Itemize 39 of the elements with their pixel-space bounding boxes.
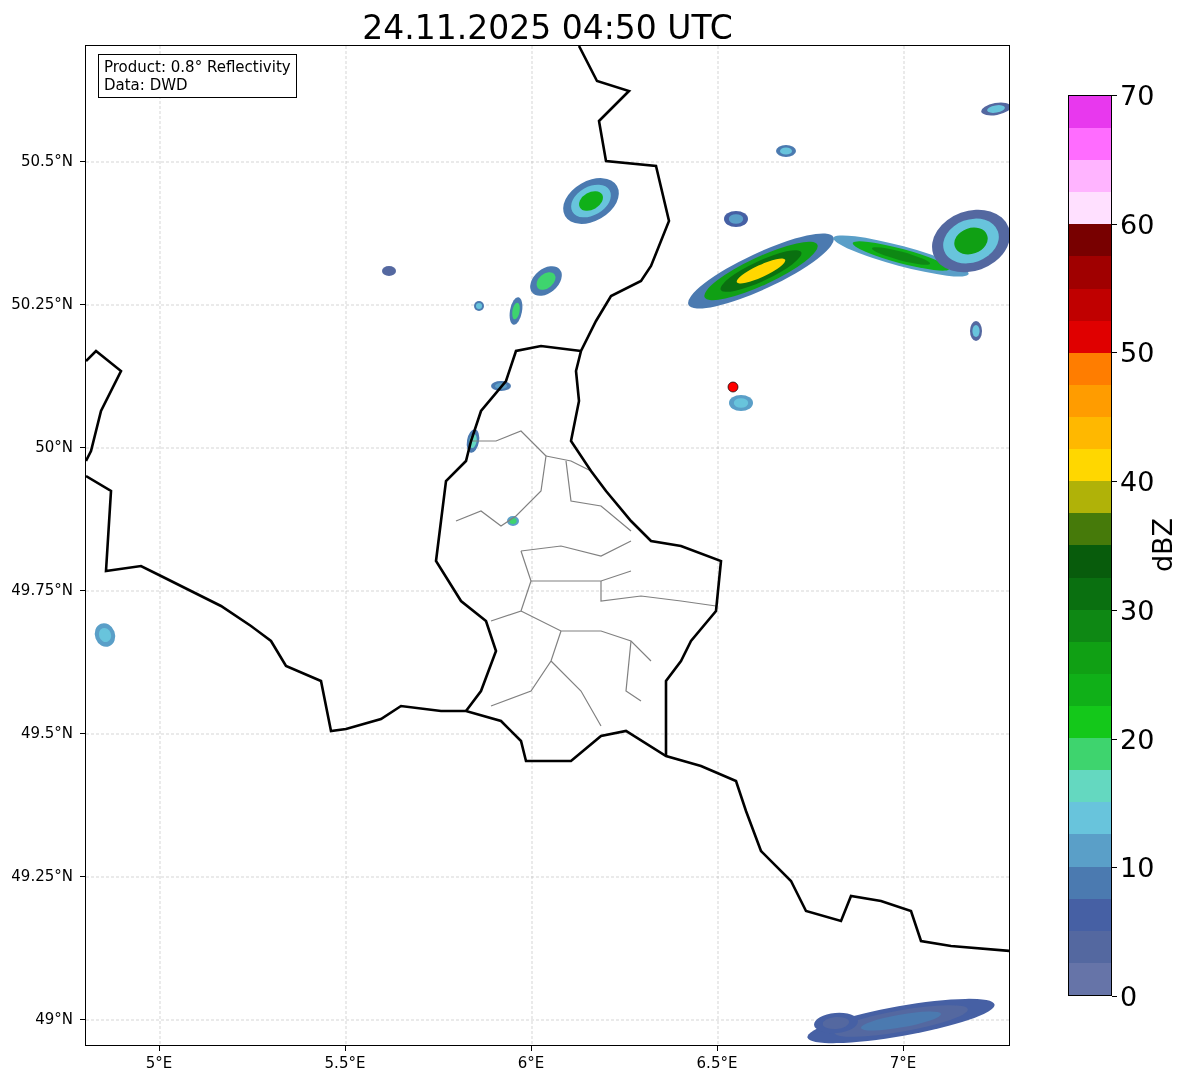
radar-echo xyxy=(491,381,511,391)
radar-echo xyxy=(530,266,562,296)
longitude-label: 5°E xyxy=(145,1054,173,1072)
radar-echo xyxy=(776,145,796,157)
radar-echo xyxy=(382,266,396,276)
radar-echo xyxy=(729,395,753,411)
radar-echo xyxy=(474,301,484,311)
latitude-label: 49°N xyxy=(35,1010,73,1028)
colorbar-tick-label: 20 xyxy=(1120,723,1155,755)
colorbar-label: dBZ xyxy=(1146,517,1178,573)
longitude-label: 5.5°E xyxy=(324,1054,366,1072)
latitude-label: 50°N xyxy=(35,438,73,456)
longitude-label: 7°E xyxy=(889,1054,917,1072)
colorbar-tick-label: 50 xyxy=(1120,336,1155,368)
radar-echo xyxy=(563,178,619,224)
colorbar-tick-label: 60 xyxy=(1120,208,1155,240)
radar-echo xyxy=(981,102,1009,116)
longitude-label: 6°E xyxy=(517,1054,545,1072)
info-text: Data: DWD xyxy=(104,76,189,94)
colorbar-tick-label: 30 xyxy=(1120,594,1155,626)
radar-echo xyxy=(466,429,480,453)
radar-echo xyxy=(94,623,116,647)
latitude-label: 49.25°N xyxy=(11,867,73,885)
latitude-label: 50.25°N xyxy=(11,295,73,313)
colorbar-tick-label: 40 xyxy=(1120,465,1155,497)
longitude-label: 6.5°E xyxy=(696,1054,738,1072)
radar-echo xyxy=(507,516,519,526)
colorbar-tick-label: 70 xyxy=(1120,79,1155,111)
chart-title: 24.11.2025 04:50 UTC xyxy=(361,7,734,49)
radar-site-marker xyxy=(727,381,739,393)
radar-echo xyxy=(724,211,748,227)
radar-echo xyxy=(509,297,523,325)
latitude-label: 49.5°N xyxy=(20,724,73,742)
info-text: Product: 0.8° Reflectivity xyxy=(104,58,291,76)
radar-echo xyxy=(970,321,982,341)
colorbar-tick-label: 10 xyxy=(1120,851,1155,883)
latitude-label: 50.5°N xyxy=(20,152,73,170)
latitude-label: 49.75°N xyxy=(11,581,73,599)
colorbar-tick-label: 0 xyxy=(1120,980,1138,1012)
